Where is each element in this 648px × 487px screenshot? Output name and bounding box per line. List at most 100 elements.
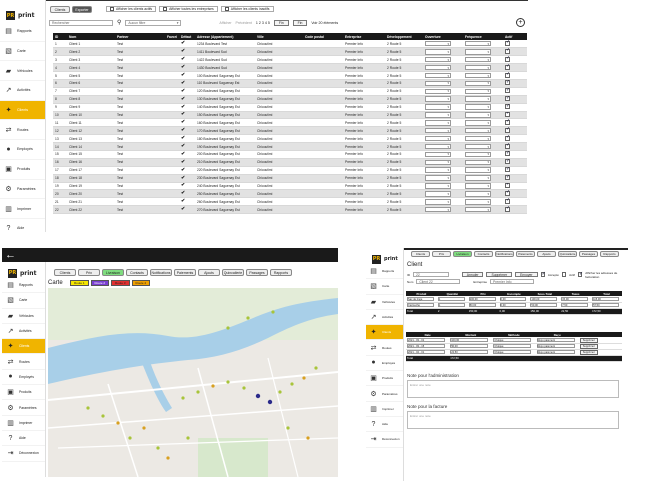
admin-note-textarea[interactable]: Entrer une note [407,380,619,398]
product-input[interactable]: 15,00 [561,296,589,301]
delete-payment-button[interactable]: Supprimer [579,350,598,354]
column-header[interactable]: Ville [255,33,303,40]
sidebar-item-gear[interactable]: ⚙ Paramètres [2,400,45,416]
row-select[interactable]: ▾ [465,167,491,173]
next-button[interactable]: Fin [273,19,289,26]
table-row[interactable]: 4 Client 4 Test ✔ 1430 Boulevard Sud Chicouti… [53,63,527,73]
invoice-note-textarea[interactable]: Entrer une note [407,411,619,429]
tab-clients[interactable]: Clients [50,6,70,13]
sidebar-item-print[interactable]: ▥ Imprimer [0,199,45,219]
column-header[interactable]: ID [53,33,67,40]
row-select[interactable]: ▾ [425,120,451,126]
table-row[interactable]: 22 Client 22 Test ✔ 270 Boulevard Saguenay E… [53,205,527,215]
row-select[interactable]: ▾ [465,72,491,79]
tab-passages[interactable]: Passages [246,269,268,276]
payment-input[interactable]: Reçu paiement [536,349,575,354]
row-select[interactable]: ▾ [465,40,491,47]
map-marker[interactable] [290,382,294,386]
tab-ajouts[interactable]: Ajouts [537,251,556,257]
sidebar-item-truck[interactable]: ▰ Véhicules [2,309,45,324]
product-input[interactable]: 100,00 [468,296,496,301]
map-marker[interactable] [302,376,306,380]
row-select[interactable]: ▾ [465,175,491,181]
table-row[interactable]: 18 Client 18 Test ✔ 230 Boulevard Saguenay E… [53,174,527,183]
sidebar-item-map[interactable]: ▧ Carte [0,42,45,62]
sidebar-item-map[interactable]: ▧ Carte [2,293,45,309]
active-checkbox[interactable] [505,198,510,204]
sidebar-item-chart[interactable]: ▤ Rapports [366,264,403,280]
tab-quincailerie[interactable]: Quincailerie [558,251,577,257]
active-checkbox[interactable] [505,95,510,102]
route-chip[interactable]: Route 4 [131,280,151,286]
sidebar-item-logout[interactable]: ⇥ Déconnexion [366,432,403,448]
sidebar-item-help[interactable]: ? Aide [366,417,403,433]
table-row[interactable]: 19 Client 19 Test ✔ 240 Boulevard Saguenay E… [53,182,527,191]
tab-prix[interactable]: Prix [78,269,100,276]
map-marker[interactable] [142,426,146,430]
cancel-button[interactable]: Annuler [461,272,484,277]
row-select[interactable]: ▾ [425,112,451,118]
name-field[interactable]: Client 22 [416,279,461,284]
back-arrow-icon[interactable]: ← [5,249,16,261]
search-icon[interactable]: ⚲ [117,19,121,26]
send-button[interactable]: Envoyer [515,272,538,277]
sidebar-item-gear[interactable]: ⚙ Paramètres [0,180,45,200]
tab-rapports[interactable]: Rapports [600,251,619,257]
active-checkbox[interactable] [505,190,510,196]
active-checkbox[interactable] [505,158,510,165]
sidebar-item-route[interactable]: ⇄ Routes [2,354,45,370]
row-select[interactable]: ▾ [465,143,491,150]
row-select[interactable]: ▾ [425,159,451,166]
map-marker[interactable] [128,436,132,440]
table-row[interactable]: 20 Client 20 Test ✔ 250 Boulevard Saguenay E… [53,189,527,199]
filter-checkbox[interactable]: Afficher les clients actifs [106,6,157,12]
row-select[interactable]: ▾ [425,80,451,87]
row-select[interactable]: ▾ [465,199,491,205]
map-marker[interactable] [246,316,250,320]
column-header[interactable]: Partner [115,33,165,40]
tab-quincailerie[interactable]: Quincailerie [222,269,244,276]
row-select[interactable]: ▾ [425,127,451,134]
search-input[interactable]: Rechercher [49,19,113,26]
sidebar-item-activity[interactable]: ↗ Activités [2,324,45,340]
active-checkbox[interactable] [505,127,510,133]
product-input[interactable]: 100,00 [530,296,558,301]
row-select[interactable]: ▾ [425,175,451,181]
row-select[interactable]: ▾ [425,104,451,110]
row-select[interactable]: ▾ [425,49,451,55]
active-checkbox[interactable] [505,182,510,188]
active-checkbox[interactable] [505,174,510,181]
payment-input[interactable]: 2021 - 04 - 01 [407,349,445,354]
column-header[interactable]: Nom [67,33,115,40]
table-row[interactable]: 15 Client 15 Test ✔ 200 Boulevard Saguenay E… [53,150,527,159]
table-row[interactable]: 9 Client 9 Test ✔ 140 Boulevard Saguenay Est… [53,103,527,112]
filter-select[interactable]: Aucun filtre ▾ [125,19,182,26]
map-marker[interactable] [196,390,200,394]
active-checkbox[interactable] [505,119,510,125]
column-header[interactable]: Adresse (Appartement) [195,33,255,40]
accepted-checkbox[interactable] [540,271,546,277]
sidebar-item-cart[interactable]: ▣ Produits [0,160,45,180]
table-row[interactable]: 6 Client 6 Test ✔ 110 Boulevard Saguenay Est… [53,79,527,88]
product-input[interactable]: 50,00 [468,302,496,307]
product-input[interactable]: 1 [437,302,465,307]
active-checkbox[interactable] [505,87,510,94]
map-marker[interactable] [242,386,246,390]
sidebar-item-logout[interactable]: ⇥ Déconnexion [2,446,45,462]
column-header[interactable]: Ouverture [423,33,463,40]
row-select[interactable]: ▾ [425,199,451,205]
payment-input[interactable]: Chèque [493,337,532,342]
payment-input[interactable]: 2021 - 03 - 01 [407,337,445,342]
tab-contacts[interactable]: Contacts [126,269,148,276]
id-field[interactable]: 22 [413,272,449,277]
row-select[interactable]: ▾ [425,72,451,79]
sidebar-item-user[interactable]: ● Employés [0,140,45,160]
row-select[interactable]: ▾ [465,127,491,134]
table-row[interactable]: 12 Client 12 Test ✔ 170 Boulevard Saguenay E… [53,126,527,136]
end-button[interactable]: Fin [292,19,308,26]
payment-input[interactable]: 2021 - 03 - 15 [407,343,445,348]
payment-input[interactable]: 50,00 [450,343,489,348]
row-select[interactable]: ▾ [425,56,451,63]
tab-paiements[interactable]: Paiements [174,269,196,276]
sidebar-item-print[interactable]: ▥ Imprimer [366,402,403,417]
